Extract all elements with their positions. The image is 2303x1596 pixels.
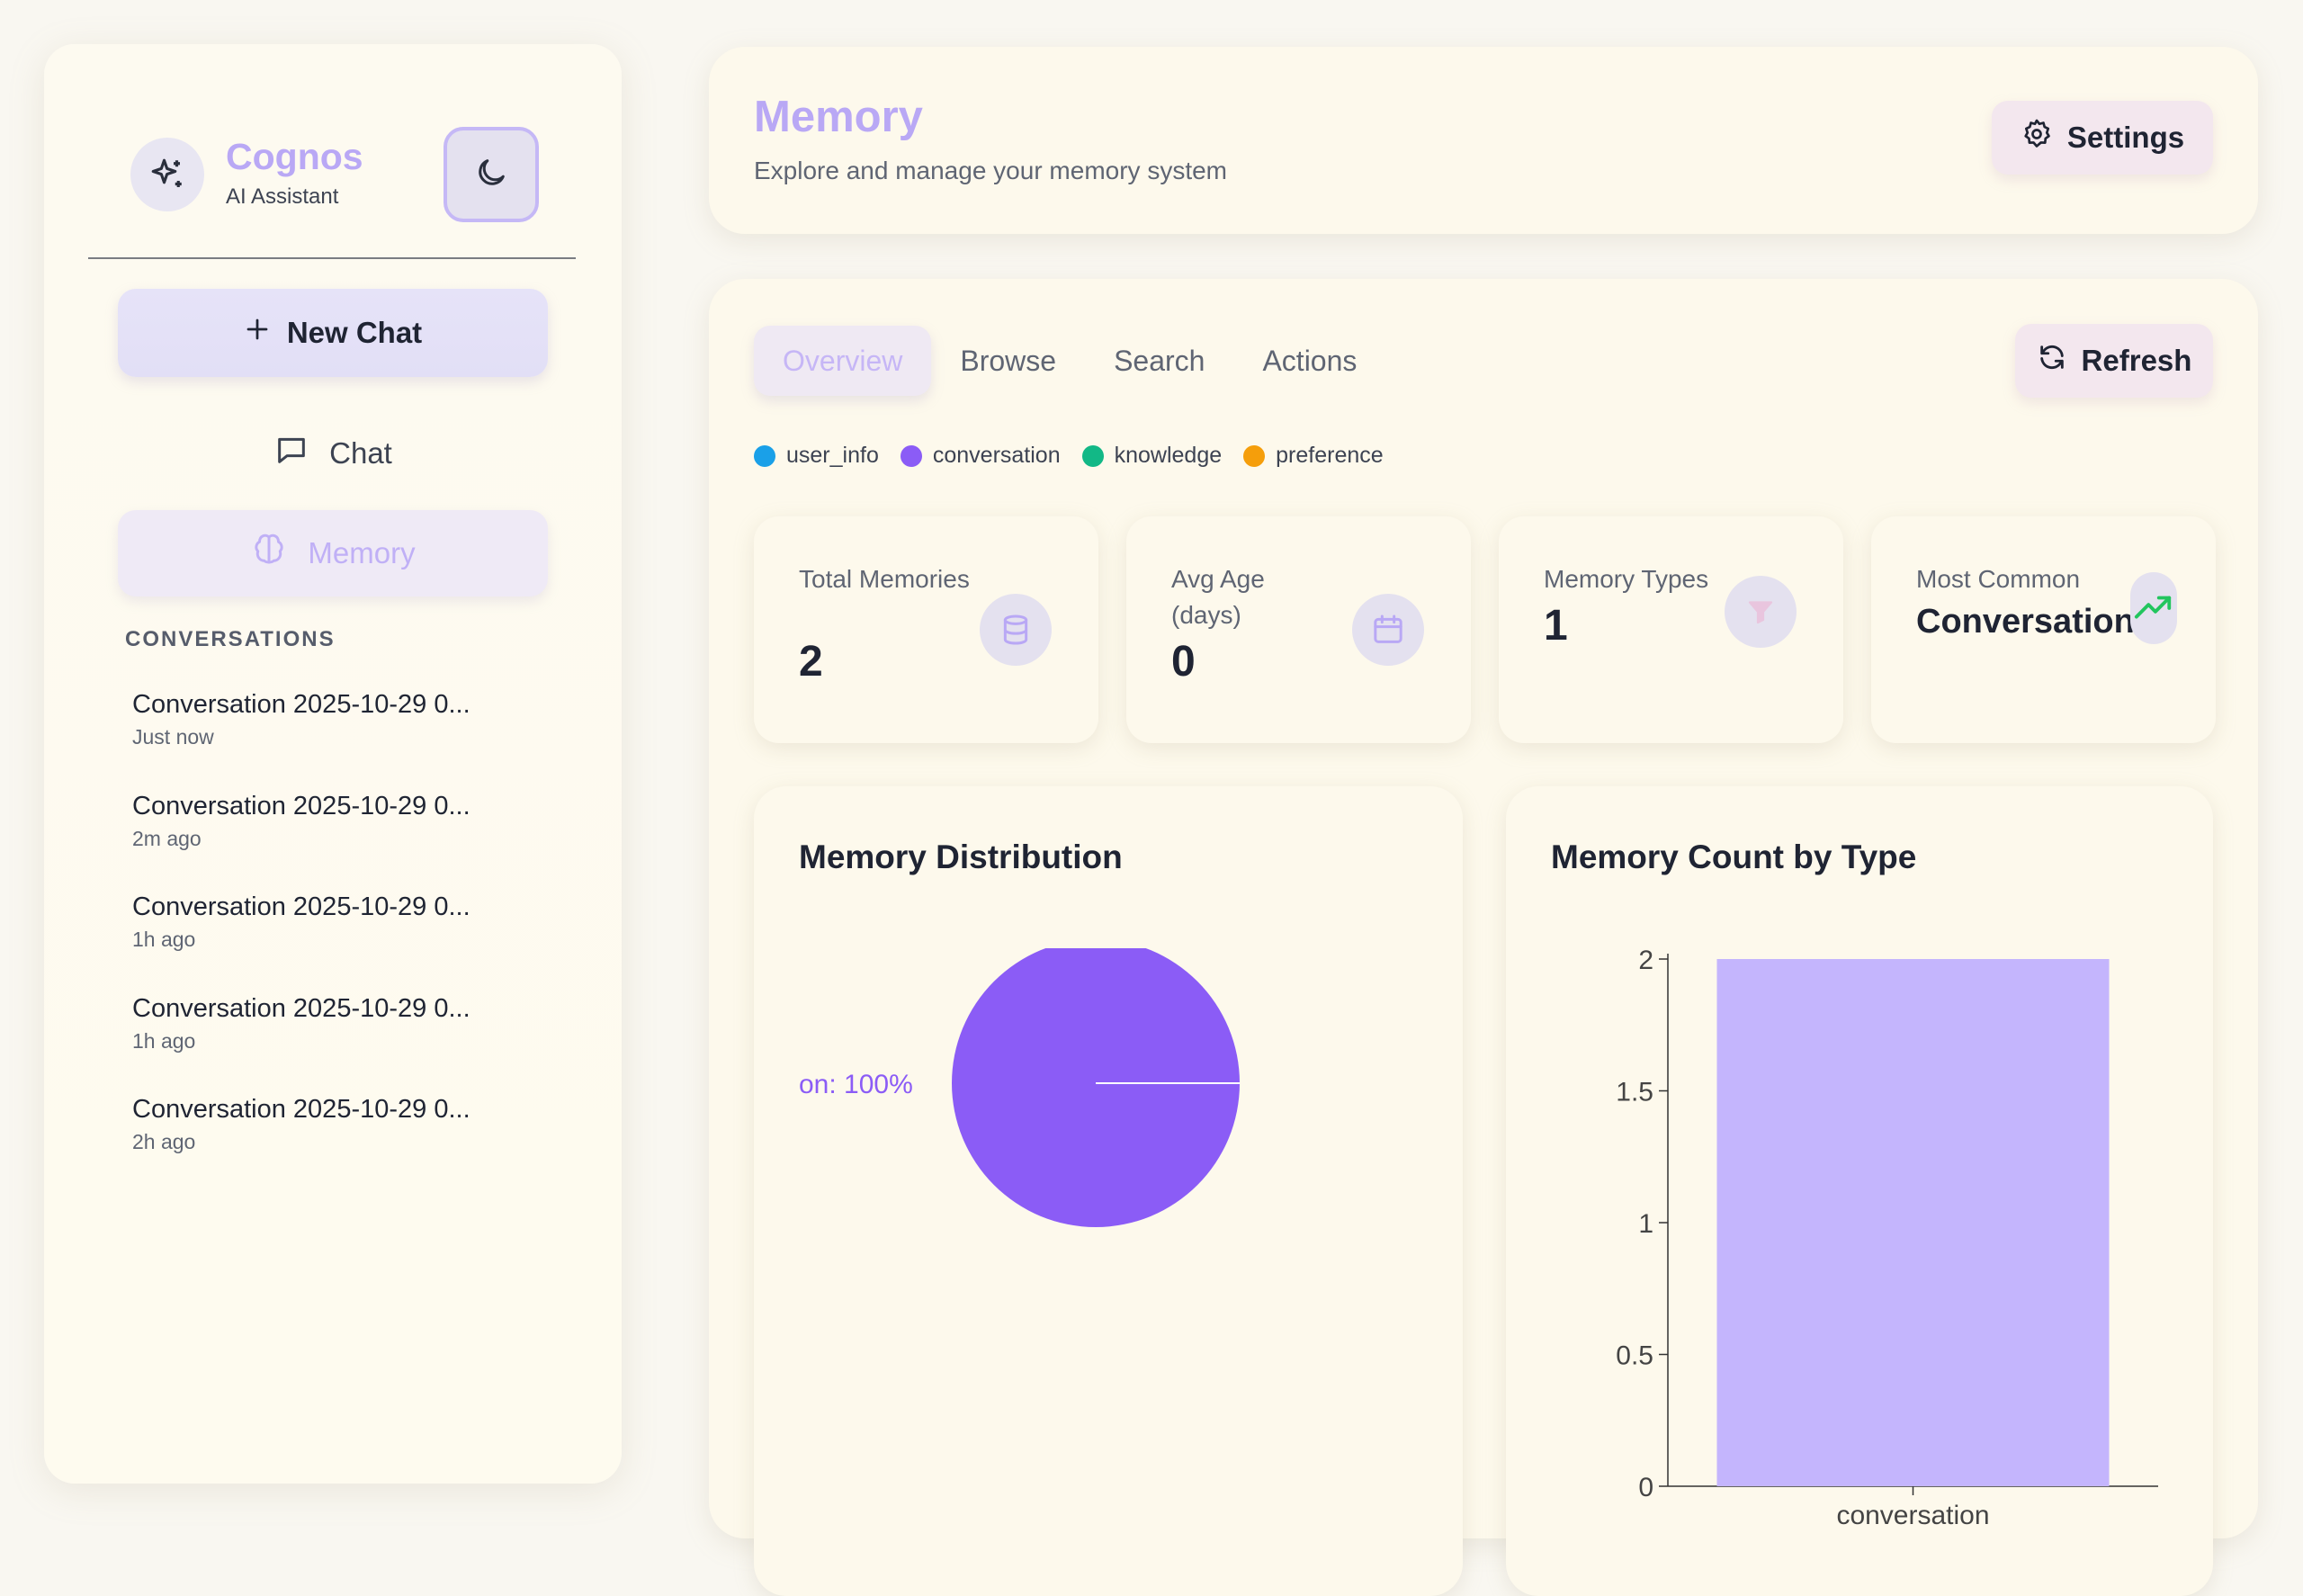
- conversations-heading: CONVERSATIONS: [125, 627, 336, 651]
- memory-distribution-chart: on: 100%: [799, 948, 1240, 1227]
- panel-title: Memory Count by Type: [1551, 838, 1917, 875]
- memory-count-chart: 2 1.5 1 0.5 0 conversation: [1616, 946, 2158, 1530]
- memory-dashboard: Overview Browse Search Actions Refresh u…: [709, 279, 2258, 1596]
- conversation-time: 2m ago: [132, 826, 202, 850]
- stat-value: 0: [1171, 638, 1196, 686]
- tab-actions[interactable]: Actions: [1233, 326, 1385, 396]
- page-subtitle: Explore and manage your memory system: [754, 157, 1227, 184]
- legend-label: user_info: [786, 443, 879, 468]
- conversation-item[interactable]: Conversation 2025-10-29 0... Just now: [132, 690, 470, 792]
- stat-card-memory-types: Memory Types 1: [1499, 516, 1843, 743]
- conversation-title: Conversation 2025-10-29 0...: [132, 892, 470, 921]
- conversation-title: Conversation 2025-10-29 0...: [132, 1095, 470, 1124]
- legend-item: preference: [1243, 443, 1384, 469]
- y-tick-label: 0.5: [1616, 1341, 1653, 1371]
- plus-icon: [244, 316, 271, 350]
- conversation-item[interactable]: Conversation 2025-10-29 0... 2h ago: [132, 1095, 470, 1197]
- type-legend: user_info conversation knowledge prefere…: [754, 443, 1384, 469]
- conversation-time: 2h ago: [132, 1130, 196, 1153]
- message-square-icon: [273, 432, 309, 475]
- legend-dot: [900, 444, 922, 467]
- refresh-icon: [2037, 342, 2067, 380]
- legend-item: conversation: [900, 443, 1061, 469]
- conversation-title: Conversation 2025-10-29 0...: [132, 993, 470, 1023]
- stat-value: 1: [1544, 602, 1568, 650]
- panel-title: Memory Distribution: [799, 838, 1123, 875]
- sidebar: Cognos AI Assistant New Chat Chat Memory…: [44, 44, 622, 1484]
- stat-value: 2: [799, 638, 823, 686]
- refresh-label: Refresh: [2081, 344, 2192, 377]
- gear-icon: [2021, 118, 2053, 157]
- theme-toggle-button[interactable]: [444, 127, 539, 222]
- new-chat-label: New Chat: [286, 316, 423, 349]
- conversation-title: Conversation 2025-10-29 0...: [132, 791, 470, 820]
- brain-icon: [250, 531, 288, 576]
- stat-value: Conversation: [1916, 603, 2135, 641]
- y-tick-label: 0: [1638, 1473, 1653, 1502]
- nav-memory-label: Memory: [308, 536, 416, 569]
- conversation-time: 1h ago: [132, 1028, 196, 1053]
- tab-overview[interactable]: Overview: [754, 326, 932, 396]
- sparkles-icon: [130, 138, 204, 211]
- tab-search[interactable]: Search: [1085, 326, 1233, 396]
- settings-button[interactable]: Settings: [1992, 101, 2213, 175]
- memory-count-panel: Memory Count by Type 2 1.5 1 0.5 0 conversati…: [1506, 786, 2213, 1596]
- refresh-button[interactable]: Refresh: [2015, 324, 2213, 398]
- database-icon: [980, 594, 1052, 666]
- nav-item-chat[interactable]: Chat: [118, 422, 548, 485]
- stat-label: Avg Age (days): [1171, 565, 1265, 629]
- nav-chat-label: Chat: [329, 436, 392, 470]
- page-header: Memory Explore and manage your memory sy…: [709, 47, 2258, 234]
- legend-dot: [754, 444, 775, 467]
- conversation-time: 1h ago: [132, 928, 196, 951]
- nav-item-memory[interactable]: Memory: [118, 510, 548, 596]
- pie-slice-label: on: 100%: [799, 1070, 913, 1099]
- moon-icon: [473, 155, 509, 195]
- conversation-time: Just now: [132, 725, 214, 749]
- conversation-item[interactable]: Conversation 2025-10-29 0... 2m ago: [132, 792, 470, 893]
- y-tick-label: 1: [1638, 1209, 1653, 1239]
- stat-card-most-common: Most Common Conversation: [1871, 516, 2216, 743]
- legend-label: conversation: [932, 443, 1061, 468]
- settings-label: Settings: [2066, 121, 2185, 154]
- legend-item: user_info: [754, 443, 879, 469]
- brand-name: Cognos: [226, 136, 363, 177]
- legend-label: knowledge: [1114, 443, 1223, 468]
- pie-slice: [952, 948, 1240, 1227]
- stat-label: Total Memories: [799, 565, 970, 593]
- new-chat-button[interactable]: New Chat: [118, 289, 548, 377]
- y-tick-label: 2: [1638, 946, 1653, 975]
- brand-subtitle: AI Assistant: [226, 184, 339, 209]
- trending-up-icon: [2130, 572, 2177, 644]
- filter-icon: [1725, 576, 1797, 648]
- conversation-title: Conversation 2025-10-29 0...: [132, 690, 470, 719]
- y-tick-label: 1.5: [1616, 1078, 1653, 1107]
- bar: [1716, 959, 2110, 1486]
- page-title: Memory: [754, 93, 923, 141]
- stat-label: Most Common: [1916, 565, 2081, 593]
- legend-dot: [1081, 444, 1104, 467]
- tab-browse[interactable]: Browse: [931, 326, 1085, 396]
- conversation-item[interactable]: Conversation 2025-10-29 0... 1h ago: [132, 994, 470, 1096]
- tab-bar: Overview Browse Search Actions: [754, 326, 1385, 396]
- stat-card-total-memories: Total Memories 2: [754, 516, 1098, 743]
- legend-item: knowledge: [1081, 443, 1223, 469]
- legend-label: preference: [1276, 443, 1384, 468]
- conversation-list: Conversation 2025-10-29 0... Just now Co…: [132, 690, 470, 1197]
- sidebar-divider: [88, 257, 576, 259]
- conversation-item[interactable]: Conversation 2025-10-29 0... 1h ago: [132, 892, 470, 994]
- legend-dot: [1243, 444, 1266, 467]
- memory-distribution-panel: Memory Distribution on: 100%: [754, 786, 1463, 1596]
- x-tick-label: conversation: [1836, 1501, 1989, 1530]
- calendar-icon: [1352, 594, 1424, 666]
- stat-card-avg-age: Avg Age (days) 0: [1126, 516, 1471, 743]
